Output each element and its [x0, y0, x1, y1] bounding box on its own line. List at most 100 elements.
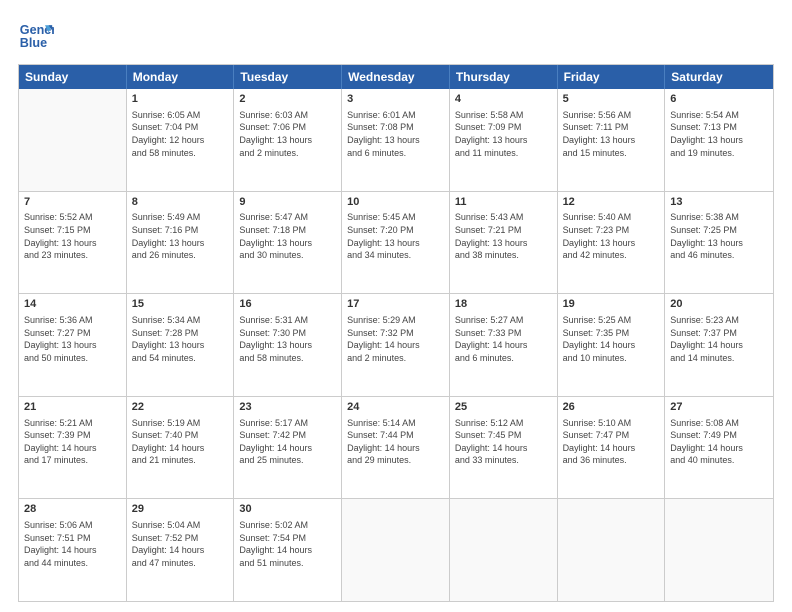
calendar-cell: 25 Sunrise: 5:12 AM Sunset: 7:45 PM Dayli… [450, 397, 558, 499]
cell-info: Sunrise: 5:17 AM Sunset: 7:42 PM Dayligh… [239, 417, 336, 467]
calendar-cell: 29 Sunrise: 5:04 AM Sunset: 7:52 PM Dayli… [127, 499, 235, 601]
calendar-cell: 30 Sunrise: 5:02 AM Sunset: 7:54 PM Dayli… [234, 499, 342, 601]
calendar-row-2: 7Sunrise: 5:52 AM Sunset: 7:15 PM Daylig… [19, 192, 773, 295]
cell-info: Sunrise: 5:25 AM Sunset: 7:35 PM Dayligh… [563, 314, 660, 364]
calendar-cell: 9Sunrise: 5:47 AM Sunset: 7:18 PM Daylig… [234, 192, 342, 294]
cell-info: Sunrise: 5:27 AM Sunset: 7:33 PM Dayligh… [455, 314, 552, 364]
cell-date-number: 20 [670, 297, 768, 312]
cell-info: Sunrise: 5:08 AM Sunset: 7:49 PM Dayligh… [670, 417, 768, 467]
calendar-cell: 24 Sunrise: 5:14 AM Sunset: 7:44 PM Dayli… [342, 397, 450, 499]
calendar-cell: 11Sunrise: 5:43 AM Sunset: 7:21 PM Dayli… [450, 192, 558, 294]
cell-date-number: 13 [670, 195, 768, 210]
calendar-cell: 13Sunrise: 5:38 AM Sunset: 7:25 PM Dayli… [665, 192, 773, 294]
cell-date-number: 23 [239, 400, 336, 415]
cell-info: Sunrise: 5:52 AM Sunset: 7:15 PM Dayligh… [24, 211, 121, 261]
cell-info: Sunrise: 6:01 AM Sunset: 7:08 PM Dayligh… [347, 109, 444, 159]
calendar-cell [665, 499, 773, 601]
header: General Blue [18, 18, 774, 54]
cell-date-number: 6 [670, 92, 768, 107]
cell-date-number: 17 [347, 297, 444, 312]
calendar-row-4: 21 Sunrise: 5:21 AM Sunset: 7:39 PM Dayli… [19, 397, 773, 500]
cell-info: Sunrise: 5:36 AM Sunset: 7:27 PM Dayligh… [24, 314, 121, 364]
calendar-cell: 7Sunrise: 5:52 AM Sunset: 7:15 PM Daylig… [19, 192, 127, 294]
header-day-tuesday: Tuesday [234, 65, 342, 89]
calendar-header: SundayMondayTuesdayWednesdayThursdayFrid… [19, 65, 773, 89]
header-day-friday: Friday [558, 65, 666, 89]
cell-date-number: 9 [239, 195, 336, 210]
cell-date-number: 4 [455, 92, 552, 107]
calendar-cell [19, 89, 127, 191]
cell-info: Sunrise: 5:12 AM Sunset: 7:45 PM Dayligh… [455, 417, 552, 467]
calendar-cell: 21 Sunrise: 5:21 AM Sunset: 7:39 PM Dayli… [19, 397, 127, 499]
calendar-cell: 2 Sunrise: 6:03 AM Sunset: 7:06 PM Daylig… [234, 89, 342, 191]
cell-info: Sunrise: 5:43 AM Sunset: 7:21 PM Dayligh… [455, 211, 552, 261]
cell-date-number: 27 [670, 400, 768, 415]
cell-date-number: 3 [347, 92, 444, 107]
cell-info: Sunrise: 5:38 AM Sunset: 7:25 PM Dayligh… [670, 211, 768, 261]
cell-date-number: 30 [239, 502, 336, 517]
cell-info: Sunrise: 5:06 AM Sunset: 7:51 PM Dayligh… [24, 519, 121, 569]
calendar-row-3: 14 Sunrise: 5:36 AM Sunset: 7:27 PM Dayli… [19, 294, 773, 397]
cell-date-number: 2 [239, 92, 336, 107]
cell-info: Sunrise: 5:56 AM Sunset: 7:11 PM Dayligh… [563, 109, 660, 159]
calendar-cell [558, 499, 666, 601]
calendar-cell: 20 Sunrise: 5:23 AM Sunset: 7:37 PM Dayli… [665, 294, 773, 396]
calendar-cell: 18 Sunrise: 5:27 AM Sunset: 7:33 PM Dayli… [450, 294, 558, 396]
cell-date-number: 24 [347, 400, 444, 415]
cell-info: Sunrise: 5:02 AM Sunset: 7:54 PM Dayligh… [239, 519, 336, 569]
cell-date-number: 21 [24, 400, 121, 415]
cell-date-number: 10 [347, 195, 444, 210]
cell-info: Sunrise: 5:21 AM Sunset: 7:39 PM Dayligh… [24, 417, 121, 467]
cell-date-number: 16 [239, 297, 336, 312]
calendar-cell: 19 Sunrise: 5:25 AM Sunset: 7:35 PM Dayli… [558, 294, 666, 396]
cell-info: Sunrise: 5:04 AM Sunset: 7:52 PM Dayligh… [132, 519, 229, 569]
cell-date-number: 18 [455, 297, 552, 312]
logo-icon: General Blue [18, 18, 54, 54]
header-day-sunday: Sunday [19, 65, 127, 89]
calendar-cell: 5 Sunrise: 5:56 AM Sunset: 7:11 PM Daylig… [558, 89, 666, 191]
cell-date-number: 28 [24, 502, 121, 517]
cell-date-number: 19 [563, 297, 660, 312]
calendar-cell [342, 499, 450, 601]
cell-info: Sunrise: 5:31 AM Sunset: 7:30 PM Dayligh… [239, 314, 336, 364]
calendar-cell: 22 Sunrise: 5:19 AM Sunset: 7:40 PM Dayli… [127, 397, 235, 499]
cell-info: Sunrise: 5:14 AM Sunset: 7:44 PM Dayligh… [347, 417, 444, 467]
calendar-cell: 17 Sunrise: 5:29 AM Sunset: 7:32 PM Dayli… [342, 294, 450, 396]
calendar-cell: 10Sunrise: 5:45 AM Sunset: 7:20 PM Dayli… [342, 192, 450, 294]
cell-date-number: 5 [563, 92, 660, 107]
cell-info: Sunrise: 5:47 AM Sunset: 7:18 PM Dayligh… [239, 211, 336, 261]
header-day-saturday: Saturday [665, 65, 773, 89]
cell-info: Sunrise: 5:54 AM Sunset: 7:13 PM Dayligh… [670, 109, 768, 159]
cell-date-number: 25 [455, 400, 552, 415]
calendar-body: 1Sunrise: 6:05 AM Sunset: 7:04 PM Daylig… [19, 89, 773, 601]
cell-info: Sunrise: 5:29 AM Sunset: 7:32 PM Dayligh… [347, 314, 444, 364]
cell-info: Sunrise: 5:49 AM Sunset: 7:16 PM Dayligh… [132, 211, 229, 261]
calendar-row-5: 28 Sunrise: 5:06 AM Sunset: 7:51 PM Dayli… [19, 499, 773, 601]
svg-text:Blue: Blue [20, 36, 47, 50]
cell-info: Sunrise: 5:45 AM Sunset: 7:20 PM Dayligh… [347, 211, 444, 261]
calendar-cell: 23 Sunrise: 5:17 AM Sunset: 7:42 PM Dayli… [234, 397, 342, 499]
header-day-monday: Monday [127, 65, 235, 89]
calendar-cell: 28 Sunrise: 5:06 AM Sunset: 7:51 PM Dayli… [19, 499, 127, 601]
cell-date-number: 11 [455, 195, 552, 210]
logo: General Blue [18, 18, 58, 54]
calendar: SundayMondayTuesdayWednesdayThursdayFrid… [18, 64, 774, 602]
calendar-cell: 26Sunrise: 5:10 AM Sunset: 7:47 PM Dayli… [558, 397, 666, 499]
cell-date-number: 1 [132, 92, 229, 107]
cell-info: Sunrise: 5:58 AM Sunset: 7:09 PM Dayligh… [455, 109, 552, 159]
header-day-thursday: Thursday [450, 65, 558, 89]
calendar-cell: 3 Sunrise: 6:01 AM Sunset: 7:08 PM Daylig… [342, 89, 450, 191]
cell-date-number: 7 [24, 195, 121, 210]
calendar-cell [450, 499, 558, 601]
calendar-cell: 14 Sunrise: 5:36 AM Sunset: 7:27 PM Dayli… [19, 294, 127, 396]
cell-info: Sunrise: 5:40 AM Sunset: 7:23 PM Dayligh… [563, 211, 660, 261]
calendar-cell: 4 Sunrise: 5:58 AM Sunset: 7:09 PM Daylig… [450, 89, 558, 191]
cell-date-number: 22 [132, 400, 229, 415]
cell-info: Sunrise: 6:03 AM Sunset: 7:06 PM Dayligh… [239, 109, 336, 159]
cell-date-number: 14 [24, 297, 121, 312]
calendar-row-1: 1Sunrise: 6:05 AM Sunset: 7:04 PM Daylig… [19, 89, 773, 192]
cell-date-number: 29 [132, 502, 229, 517]
cell-info: Sunrise: 5:23 AM Sunset: 7:37 PM Dayligh… [670, 314, 768, 364]
cell-date-number: 8 [132, 195, 229, 210]
cell-info: Sunrise: 5:19 AM Sunset: 7:40 PM Dayligh… [132, 417, 229, 467]
